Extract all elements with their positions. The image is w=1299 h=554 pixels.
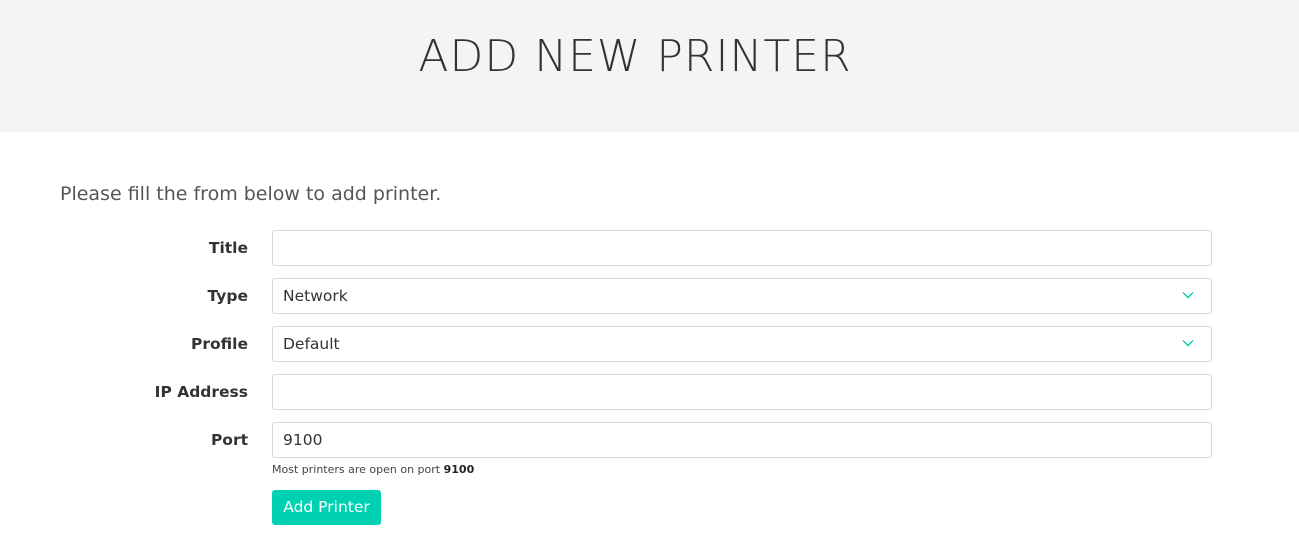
- port-help-text: Most printers are open on port 9100: [272, 462, 474, 478]
- title-input[interactable]: [272, 230, 1212, 266]
- profile-select[interactable]: Default: [272, 326, 1212, 362]
- page-title: ADD NEW PRINTER: [418, 31, 852, 82]
- profile-row: Profile Default: [0, 326, 1299, 362]
- form-intro: Please fill the from below to add printe…: [60, 183, 442, 205]
- ip-address-input[interactable]: [272, 374, 1212, 410]
- ip-address-label: IP Address: [154, 383, 248, 401]
- port-label: Port: [210, 431, 248, 449]
- type-select[interactable]: Network: [272, 278, 1212, 314]
- type-row: Type Network: [0, 278, 1299, 314]
- port-row: Port: [0, 422, 1299, 458]
- title-label: Title: [208, 239, 248, 257]
- chevron-down-icon: [1182, 340, 1194, 347]
- port-input[interactable]: [272, 422, 1212, 458]
- port-help-prefix: Most printers are open on port: [272, 463, 441, 476]
- port-help-value: 9100: [443, 463, 475, 476]
- profile-label: Profile: [191, 335, 248, 353]
- title-row: Title: [0, 230, 1299, 266]
- page-header: ADD NEW PRINTER: [0, 0, 1299, 132]
- type-label: Type: [207, 287, 248, 305]
- add-printer-button[interactable]: Add Printer: [272, 490, 381, 525]
- ip-address-row: IP Address: [0, 374, 1299, 410]
- type-select-value: Network: [283, 287, 348, 305]
- chevron-down-icon: [1182, 292, 1194, 299]
- profile-select-value: Default: [283, 335, 340, 353]
